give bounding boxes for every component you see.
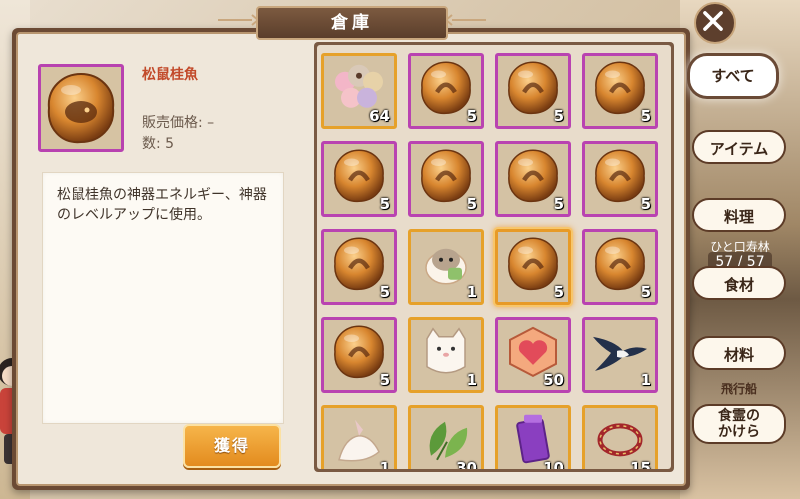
item-quantity: 1 (466, 283, 477, 301)
item-grid-panel[interactable]: 64 5 5 5 5 5 5 5 5 1 5 5 5 1 50 1 1 30 10 15 (314, 42, 674, 472)
grid-item[interactable]: 5 (321, 141, 397, 217)
obtain-button[interactable]: 獲得 (183, 424, 281, 468)
item-quantity: 5 (640, 107, 651, 125)
item-quantity: 5 (379, 195, 390, 213)
item-quantity: 30 (456, 459, 477, 469)
item-quantity: 64 (369, 107, 390, 125)
item-grid: 64 5 5 5 5 5 5 5 5 1 5 5 5 1 50 1 1 30 10 15 (317, 45, 671, 469)
grid-item[interactable]: 15 (582, 405, 658, 469)
grid-item[interactable]: 5 (408, 53, 484, 129)
selected-item-icon (38, 64, 124, 152)
grid-item[interactable]: 5 (321, 317, 397, 393)
title-ornament-left (218, 14, 258, 26)
window-title: 倉庫 (256, 6, 448, 40)
item-quantity: 5 (466, 195, 477, 213)
grid-item[interactable]: 64 (321, 53, 397, 129)
item-quantity: 10 (543, 459, 564, 469)
grid-item[interactable]: 1 (408, 229, 484, 305)
item-quantity: 5 (640, 195, 651, 213)
item-quantity: 15 (630, 459, 651, 469)
item-quantity: 1 (379, 459, 390, 469)
item-name: 松鼠桂魚 (142, 67, 198, 83)
grid-item[interactable]: 5 (408, 141, 484, 217)
grid-item[interactable]: 5 (495, 141, 571, 217)
grid-item[interactable]: 1 (582, 317, 658, 393)
grid-item[interactable]: 5 (582, 53, 658, 129)
grid-item[interactable]: 50 (495, 317, 571, 393)
item-quantity: 1 (640, 371, 651, 389)
item-price: 販売価格: – (142, 115, 215, 131)
item-quantity: 1 (466, 371, 477, 389)
tab-4[interactable]: 材料 (692, 336, 786, 370)
item-quantity: 5 (379, 283, 390, 301)
grid-item[interactable]: 5 (582, 141, 658, 217)
item-quantity: 5 (466, 107, 477, 125)
item-quantity: 5 (379, 371, 390, 389)
tab-3[interactable]: 食材 (692, 266, 786, 300)
close-button[interactable] (694, 2, 736, 44)
tab-2[interactable]: 料理 (692, 198, 786, 232)
grid-item[interactable]: 5 (495, 53, 571, 129)
grid-item[interactable]: 5 (582, 229, 658, 305)
grid-item[interactable]: 30 (408, 405, 484, 469)
grid-item[interactable]: 5 (321, 229, 397, 305)
background-ship-label: 飛行船 (720, 382, 757, 396)
item-quantity: 50 (543, 371, 564, 389)
item-quantity: 5 (640, 283, 651, 301)
close-icon (703, 11, 723, 31)
tab-0[interactable]: すべて (690, 56, 776, 96)
tab-5[interactable]: 食霊の かけら (692, 404, 786, 444)
grid-item-selected[interactable]: 5 (495, 229, 571, 305)
grid-item[interactable]: 1 (408, 317, 484, 393)
item-count: 数: 5 (142, 136, 175, 152)
relic-energy-icon (47, 72, 115, 144)
item-quantity: 5 (553, 195, 564, 213)
item-description: 松鼠桂魚の神器エネルギー、神器のレベルアップに使用。 (42, 172, 284, 424)
grid-item[interactable]: 1 (321, 405, 397, 469)
item-quantity: 5 (553, 107, 564, 125)
tab-1[interactable]: アイテム (692, 130, 786, 164)
grid-item[interactable]: 10 (495, 405, 571, 469)
title-ornament-right (446, 14, 486, 26)
item-quantity: 5 (553, 283, 564, 301)
